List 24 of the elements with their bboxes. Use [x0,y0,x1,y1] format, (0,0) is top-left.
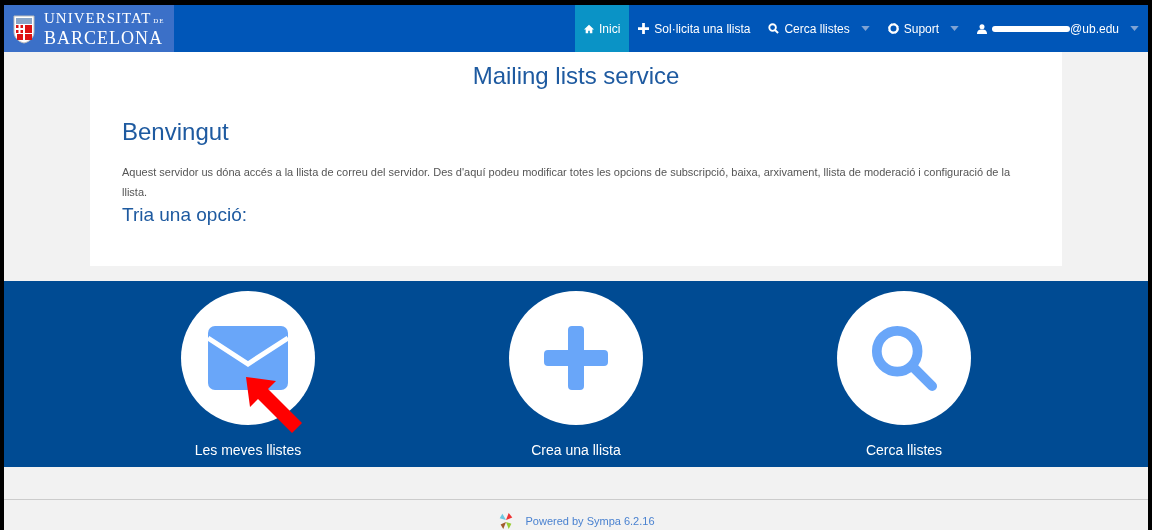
search-icon [870,324,938,392]
plus-icon [544,326,608,390]
envelope-icon [208,326,288,390]
lifebuoy-icon [887,23,899,34]
nav-item[interactable]: @ub.edu [968,5,1148,52]
page-title: Mailing lists service [471,62,681,90]
nav-item[interactable]: Suport [878,5,969,52]
option-link[interactable]: Cerca llistes [804,281,1004,467]
user-icon [977,23,988,34]
option-link[interactable]: Les meves llistes [148,281,348,467]
welcome-heading: Benvingut [122,118,230,146]
shield-icon [12,13,36,44]
nav-item[interactable]: Inici [575,5,630,52]
plus-icon [638,23,650,34]
intro-paragraph: Aquest servidor us dóna accés a la llista de correu del servidor. Des d'aquí podeu modificar totes les opcions de subscripció, baixa, arxivament, llista de moderació i configuració de la llista. [122,165,1012,200]
option-link[interactable]: Crea una llista [476,281,676,467]
home-icon [584,23,594,34]
logo-wordmark: UNIVERSITAT [44,10,152,26]
powered-by-link[interactable]: Powered by Sympa 6.2.16 [497,512,655,530]
choose-heading: Tria una opció: [122,204,248,226]
logo-wordmark: BARCELONA [44,29,164,47]
search-icon [768,23,780,34]
nav-item[interactable]: Sol·licita una llista [629,5,760,52]
nav-item[interactable]: Cerca llistes [759,5,879,52]
